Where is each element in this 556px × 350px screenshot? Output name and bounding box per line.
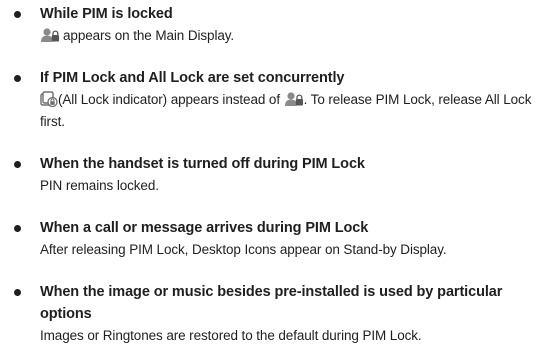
- item-heading: If PIM Lock and All Lock are set concurr…: [40, 70, 345, 86]
- item-body-text: (All Lock indicator) appears instead of: [58, 92, 280, 107]
- bullet-dot: [14, 11, 21, 18]
- page: While PIM is locked appears on the Main …: [0, 0, 556, 350]
- item-body-text: appears on the Main Display.: [63, 28, 235, 43]
- pim-lock-icon: [284, 91, 304, 107]
- bullet-dot: [14, 289, 21, 296]
- pim-lock-icon: [40, 27, 60, 43]
- list-item: While PIM is locked appears on the Main …: [14, 3, 550, 47]
- bullet-dot: [14, 75, 21, 82]
- list-item: When the handset is turned off during PI…: [14, 153, 550, 197]
- all-lock-indicator-icon: [40, 91, 58, 107]
- item-body: Images or Ringtones are restored to the …: [40, 328, 422, 343]
- item-body: (All Lock indicator) appears instead of …: [40, 89, 550, 133]
- item-heading: When the image or music besides pre-inst…: [40, 284, 503, 322]
- item-heading: While PIM is locked: [40, 6, 173, 22]
- item-body: PIN remains locked.: [40, 178, 159, 193]
- item-body: After releasing PIM Lock, Desktop Icons …: [40, 242, 447, 257]
- item-heading: When a call or message arrives during PI…: [40, 220, 369, 236]
- item-heading: When the handset is turned off during PI…: [40, 156, 365, 172]
- bullet-dot: [14, 225, 21, 232]
- list-item: When a call or message arrives during PI…: [14, 217, 550, 261]
- bullet-dot: [14, 161, 21, 168]
- list-item: If PIM Lock and All Lock are set concurr…: [14, 67, 550, 133]
- list-item: When the image or music besides pre-inst…: [14, 281, 550, 347]
- item-body: appears on the Main Display.: [40, 25, 550, 47]
